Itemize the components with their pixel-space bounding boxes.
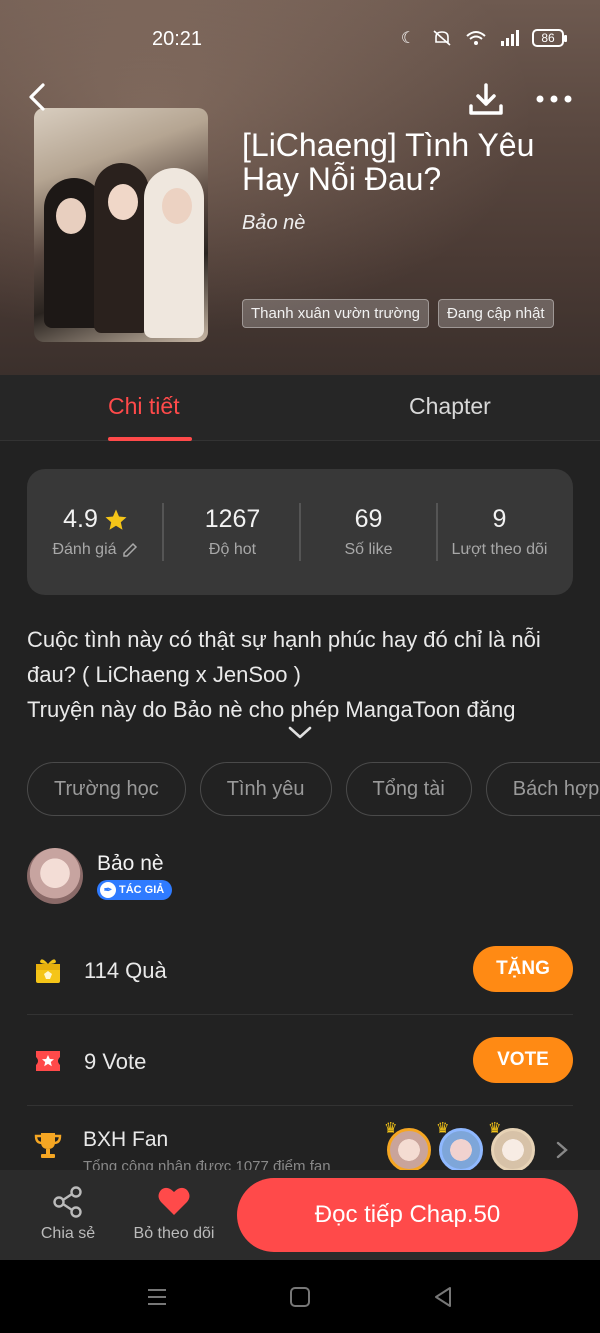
vote-row: 9 Vote VOTE (27, 1016, 573, 1106)
tab-bar: Chi tiết Chapter (0, 375, 600, 441)
author-avatar[interactable] (27, 848, 83, 904)
author-badge-label: TÁC GIẢ (119, 884, 165, 896)
book-description[interactable]: Cuộc tình này có thật sự hạnh phúc hay đ… (27, 622, 575, 727)
gift-icon (36, 959, 60, 983)
book-title: [LiChaeng] Tình Yêu Hay Nỗi Đau? (242, 127, 535, 197)
mute-icon (430, 28, 454, 48)
share-icon (53, 1186, 82, 1218)
moon-icon: ☾ (400, 30, 416, 47)
gift-count: 114 Quà (84, 958, 167, 983)
description-line: Cuộc tình này có thật sự hạnh phúc hay đ… (27, 627, 541, 652)
tag-category[interactable]: Thanh xuân vườn trường (242, 299, 430, 328)
hot-label: Độ hot (208, 541, 257, 558)
tab-chapter[interactable]: Chapter (409, 393, 491, 420)
follow-label: Lượt theo dõi (451, 541, 548, 558)
stat-hot: 1267 Độ hot (164, 505, 301, 559)
home-icon[interactable] (288, 1285, 312, 1309)
stats-card: 4.9 Đánh giá 1267 Độ hot 69 Số like 9 Lư… (27, 469, 573, 595)
crown-icon: ♛ (384, 1120, 398, 1137)
continue-reading-button[interactable]: Đọc tiếp Chap.50 (237, 1178, 578, 1252)
expand-description-button[interactable] (286, 724, 314, 742)
like-value: 69 (354, 505, 383, 533)
top-fans: ♛ ♛ ♛ (384, 1120, 535, 1172)
description-line: Truyện này do Bảo nè cho phép MangaToon … (27, 697, 516, 722)
bottom-action-bar: Chia sẻ Bỏ theo dõi Đọc tiếp Chap.50 (0, 1170, 600, 1260)
more-dots-icon (536, 95, 572, 103)
wifi-icon (464, 28, 488, 48)
share-label: Chia sẻ (40, 1225, 96, 1242)
stat-like: 69 Số like (300, 505, 437, 559)
pencil-icon (122, 542, 137, 557)
more-options-button[interactable] (534, 86, 574, 112)
gift-row: 114 Quà TẶNG (27, 925, 573, 1015)
status-time: 20:21 (152, 28, 203, 50)
stat-follow: 9 Lượt theo dõi (431, 505, 568, 559)
share-button[interactable]: Chia sẻ (36, 1185, 100, 1243)
genre-chip[interactable]: Tình yêu (199, 762, 332, 816)
author-name[interactable]: Bảo nè (97, 852, 164, 876)
like-label: Số like (344, 541, 393, 558)
vote-ticket-icon (36, 1051, 60, 1071)
chevron-left-icon (29, 83, 45, 111)
chevron-down-icon (288, 726, 312, 739)
menu-icon[interactable] (145, 1285, 169, 1309)
book-header: 20:21 ☾ 86 [LiChaeng] Tình Yêu Hay Nỗi Đ… (0, 0, 600, 375)
crown-icon: ♛ (488, 1120, 502, 1137)
fan-ranking-title: BXH Fan (83, 1128, 169, 1151)
tab-active-indicator (108, 437, 192, 441)
tab-detail[interactable]: Chi tiết (108, 393, 180, 420)
back-button[interactable] (22, 80, 56, 114)
fan-avatar: ♛ (384, 1120, 431, 1172)
fan-avatar: ♛ (436, 1120, 483, 1172)
star-icon (105, 509, 127, 530)
book-tags: Thanh xuân vườn trường Đang cập nhật (242, 299, 554, 328)
fan-avatar: ♛ (488, 1120, 535, 1172)
download-button[interactable] (466, 80, 506, 120)
stat-rating[interactable]: 4.9 Đánh giá (27, 505, 164, 559)
hot-value: 1267 (204, 505, 261, 533)
description-line: đau? ( LiChaeng x JenSoo ) (27, 662, 301, 687)
battery-icon: 86 (532, 29, 567, 47)
genre-chip[interactable]: Tổng tài (345, 762, 472, 816)
status-bar: 20:21 ☾ 86 (0, 0, 600, 80)
author-badge: ✒ TÁC GIẢ (97, 880, 173, 900)
signal-icon (498, 28, 522, 48)
vote-button[interactable]: VOTE (473, 1037, 573, 1083)
crown-icon: ♛ (436, 1120, 450, 1137)
rating-value: 4.9 (63, 505, 98, 533)
trophy-icon (34, 1133, 62, 1158)
unfollow-label: Bỏ theo dõi (133, 1225, 215, 1242)
vote-count: 9 Vote (84, 1049, 147, 1074)
tag-status: Đang cập nhật (438, 299, 554, 328)
give-gift-button[interactable]: TẶNG (473, 946, 573, 992)
download-icon (469, 83, 503, 115)
rating-label: Đánh giá (52, 541, 117, 558)
genre-chip[interactable]: Trường học (27, 762, 186, 816)
book-author[interactable]: Bảo nè (242, 212, 305, 235)
system-navigation-bar (0, 1260, 600, 1333)
back-triangle-icon[interactable] (431, 1285, 455, 1309)
book-cover (34, 108, 208, 342)
unfollow-button[interactable]: Bỏ theo dõi (128, 1185, 220, 1243)
heart-icon (158, 1187, 190, 1215)
genre-chips: Trường học Tình yêu Tổng tài Bách hợp (27, 762, 600, 816)
follow-value: 9 (492, 505, 507, 533)
chevron-right-icon (556, 1141, 568, 1159)
status-icons: ☾ 86 (396, 28, 567, 48)
author-badge-icon: ✒ (100, 882, 116, 898)
genre-chip[interactable]: Bách hợp (485, 762, 600, 816)
